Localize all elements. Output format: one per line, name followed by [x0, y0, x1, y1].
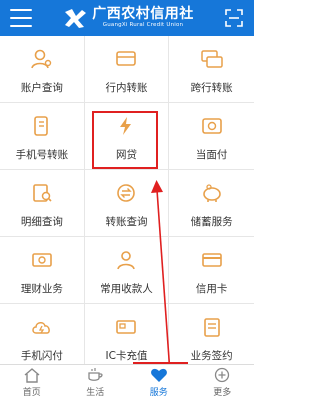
payee-icon	[117, 251, 136, 270]
service-label: 跨行转账	[190, 82, 233, 94]
interbank-cards-icon	[200, 50, 223, 68]
service-face-pay[interactable]: 当面付	[169, 103, 254, 170]
service-label: 信用卡	[195, 283, 228, 295]
phone-transfer-icon	[34, 116, 48, 136]
service-inbank-transfer[interactable]: 行内转账	[84, 36, 170, 103]
transfer-search-icon	[117, 184, 136, 202]
bank-logo-icon	[65, 9, 87, 28]
service-label: IC卡充值	[105, 350, 148, 362]
brand-title: 广西农村信用社	[92, 6, 194, 23]
quickpay-cloud-icon	[32, 322, 50, 334]
app-header: 广西农村信用社 GuangXi Rural Credit Union	[0, 0, 254, 36]
service-label: 行内转账	[105, 82, 148, 94]
service-label: 转账查询	[105, 216, 148, 228]
service-wealth[interactable]: 理财业务	[0, 237, 85, 304]
service-quickpay[interactable]: 手机闪付	[0, 304, 85, 364]
service-label: 账户查询	[20, 82, 63, 94]
service-account-query[interactable]: 账户查询	[0, 36, 85, 103]
highlight-box-loan	[92, 111, 158, 169]
face-pay-icon	[201, 118, 222, 134]
scan-icon[interactable]	[224, 8, 244, 28]
brand: 广西农村信用社 GuangXi Rural Credit Union	[62, 6, 194, 30]
service-label: 常用收款人	[100, 283, 153, 295]
tab-label: 首页	[22, 388, 41, 398]
bottom-tab-bar: 首页 生活 服务 更多	[0, 364, 254, 400]
service-ic-card-topup[interactable]: IC卡充值	[85, 304, 170, 364]
service-credit-card[interactable]: 信用卡	[169, 237, 254, 304]
piggy-bank-icon	[202, 184, 221, 202]
tab-home[interactable]: 首页	[0, 365, 64, 400]
service-label: 业务签约	[190, 350, 233, 362]
service-contract[interactable]: 业务签约	[169, 304, 254, 364]
tab-more[interactable]: 更多	[191, 365, 255, 400]
service-detail-query[interactable]: 明细查询	[0, 170, 85, 237]
transfer-cards-icon	[116, 51, 137, 66]
heart-icon	[150, 368, 167, 382]
sign-contract-icon	[203, 318, 220, 337]
service-grid: 账户查询 行内转账 跨行转账 手机号转账 网贷 当面付 明细查询 转账查询 储蓄…	[0, 36, 254, 364]
service-label: 理财业务	[20, 283, 63, 295]
wealth-icon	[32, 253, 52, 267]
ic-card-icon	[116, 320, 137, 334]
tab-label: 更多	[213, 388, 232, 398]
service-label: 储蓄服务	[190, 216, 233, 228]
service-label: 当面付	[195, 149, 228, 161]
service-label: 手机闪付	[20, 350, 63, 362]
credit-card-icon	[201, 253, 222, 267]
service-savings[interactable]: 储蓄服务	[169, 170, 254, 237]
plus-circle-icon	[215, 367, 230, 383]
home-icon	[24, 368, 40, 383]
service-phone-transfer[interactable]: 手机号转账	[0, 103, 85, 170]
detail-search-icon	[33, 184, 52, 202]
tab-label: 生活	[86, 388, 105, 398]
coffee-icon	[88, 368, 103, 381]
tab-life[interactable]: 生活	[64, 365, 128, 400]
service-transfer-query[interactable]: 转账查询	[84, 170, 170, 237]
menu-icon[interactable]	[10, 9, 32, 27]
service-interbank-transfer[interactable]: 跨行转账	[169, 36, 254, 103]
tab-label: 服务	[149, 388, 168, 398]
service-payees[interactable]: 常用收款人	[84, 237, 170, 304]
service-label: 明细查询	[20, 216, 63, 228]
tab-service[interactable]: 服务	[127, 365, 191, 400]
user-search-icon	[31, 49, 52, 69]
brand-subtitle: GuangXi Rural Credit Union	[102, 22, 184, 29]
service-label: 手机号转账	[15, 149, 69, 161]
